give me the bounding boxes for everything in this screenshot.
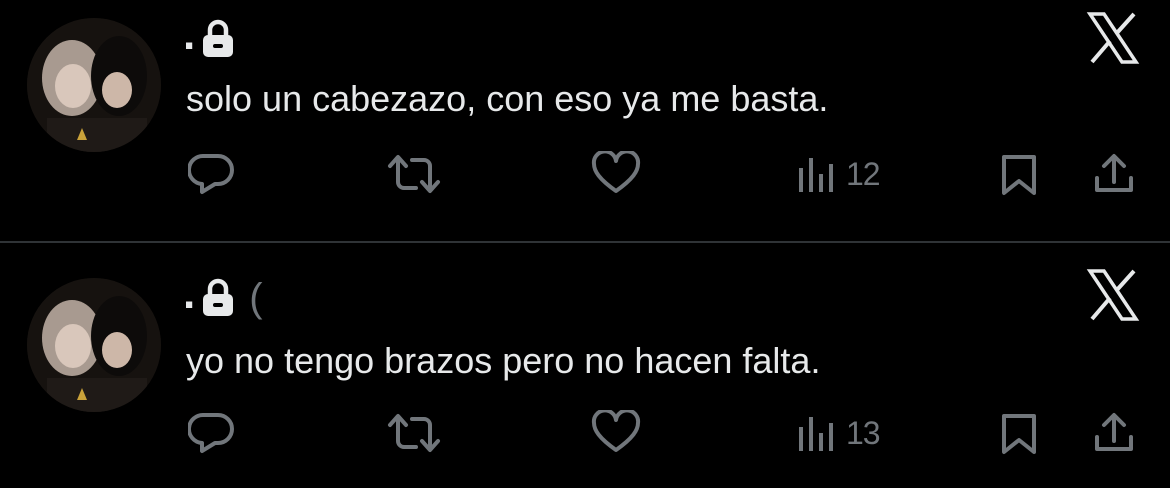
display-name[interactable]: .	[183, 272, 195, 316]
action-bar: 12	[0, 150, 1170, 210]
reply-button[interactable]	[188, 150, 236, 196]
retweet-icon	[388, 414, 440, 452]
tweet-header: . (	[183, 272, 264, 323]
views-count: 13	[846, 414, 881, 451]
tweet-text: yo no tengo brazos pero no hacen falta.	[186, 340, 821, 381]
views-count: 12	[846, 155, 881, 192]
x-logo-icon	[1086, 10, 1140, 66]
share-button[interactable]	[1092, 411, 1136, 455]
views-icon	[799, 417, 833, 451]
bookmark-button[interactable]	[999, 153, 1039, 197]
tweet-text: solo un cabezazo, con eso ya me basta.	[186, 78, 829, 119]
tweet[interactable]: . ( yo no tengo brazos pero no hacen fal…	[0, 243, 1170, 488]
tweet[interactable]: . solo un cabezazo, con eso ya me basta.	[0, 0, 1170, 242]
avatar[interactable]	[27, 278, 161, 412]
lock-icon	[201, 278, 235, 318]
display-name[interactable]: .	[183, 13, 195, 57]
views-button[interactable]: 12	[796, 154, 881, 194]
share-icon	[1095, 413, 1133, 451]
share-icon	[1095, 154, 1133, 192]
bookmark-icon	[1002, 414, 1036, 454]
reply-icon	[188, 412, 234, 453]
bookmark-button[interactable]	[999, 412, 1039, 456]
like-button[interactable]	[591, 151, 641, 195]
like-icon	[591, 410, 641, 452]
bookmark-icon	[1002, 155, 1036, 195]
views-button[interactable]: 13	[796, 413, 881, 453]
avatar[interactable]	[27, 18, 161, 152]
views-icon	[799, 158, 833, 192]
x-logo-icon	[1086, 267, 1140, 323]
reply-button[interactable]	[188, 409, 236, 455]
handle[interactable]: (	[249, 276, 263, 321]
like-button[interactable]	[591, 410, 641, 454]
share-button[interactable]	[1092, 152, 1136, 196]
tweet-header: .	[183, 13, 249, 64]
lock-icon	[201, 19, 235, 59]
reply-icon	[188, 153, 234, 194]
retweet-icon	[388, 155, 440, 193]
retweet-button[interactable]	[386, 411, 442, 455]
action-bar: 13	[0, 409, 1170, 469]
retweet-button[interactable]	[386, 152, 442, 196]
like-icon	[591, 151, 641, 193]
